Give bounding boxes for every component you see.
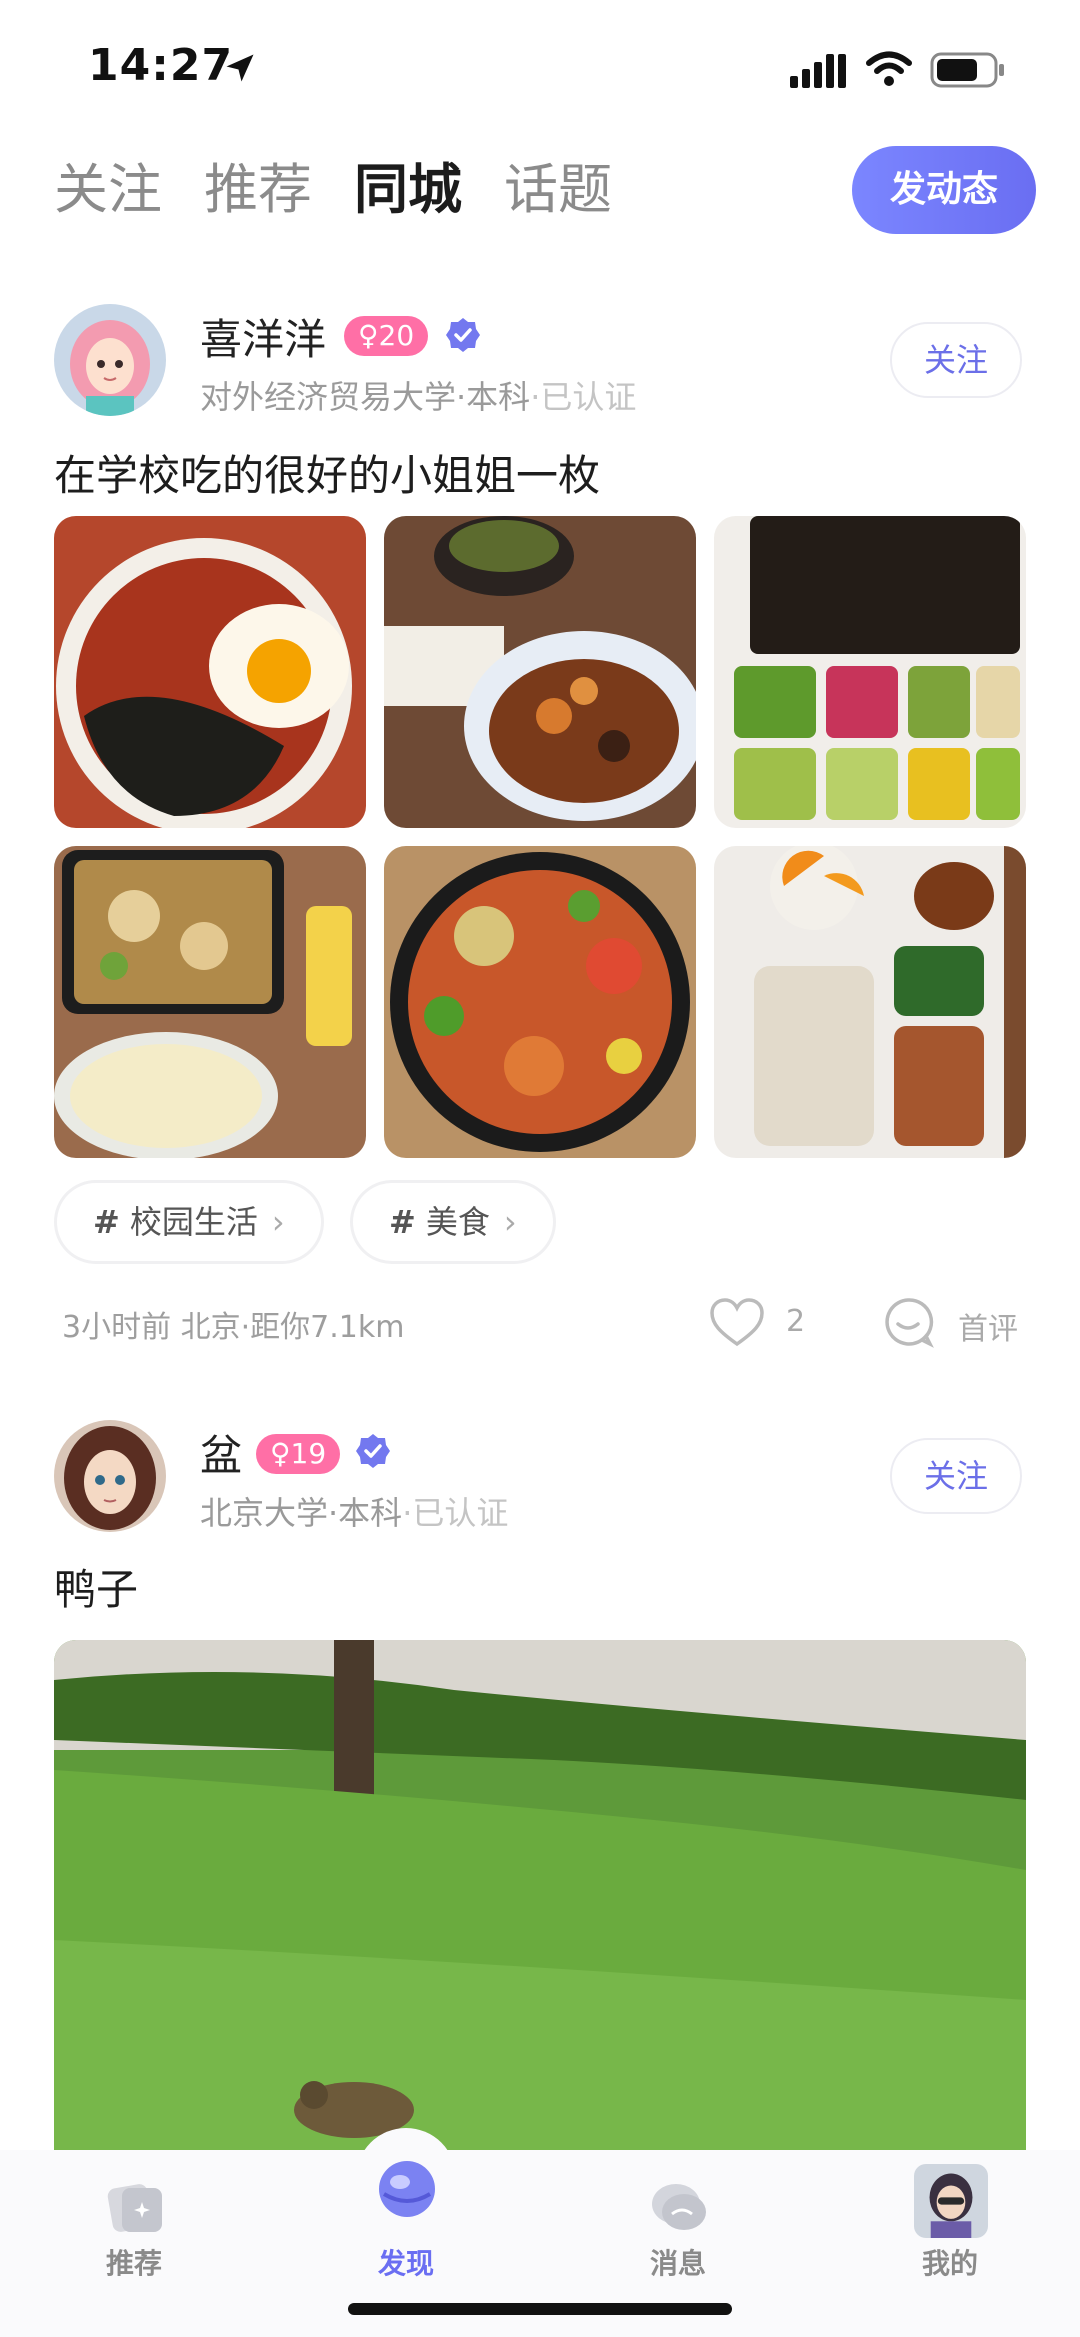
gender-age-badge: ♀19 — [256, 1434, 341, 1474]
verified-badge-icon — [356, 1434, 390, 1468]
hash-icon: # — [389, 1203, 416, 1241]
follow-button[interactable]: 关注 — [890, 1438, 1022, 1514]
verified-badge-icon — [446, 318, 480, 352]
food-photo[interactable] — [54, 516, 366, 828]
post-text: 鸭子 — [54, 1565, 139, 1614]
chevron-right-icon: › — [271, 1203, 285, 1241]
school-info: 对外经济贸易大学·本科·已认证 — [200, 372, 636, 418]
verified-label: ·已认证 — [530, 378, 637, 416]
status-bar: 14:27 — [0, 0, 1080, 140]
like-count: 2 — [786, 1304, 806, 1339]
heart-icon[interactable] — [708, 1296, 766, 1348]
food-photo[interactable] — [714, 516, 1026, 828]
comment-icon[interactable] — [882, 1296, 934, 1348]
tab-recommend[interactable]: 推荐 — [204, 150, 312, 230]
wifi-icon — [866, 51, 912, 86]
top-tab-bar: 关注 推荐 同城 话题 — [54, 150, 654, 230]
nav-label: 我的 — [921, 2247, 978, 2280]
nav-label: 推荐 — [105, 2247, 162, 2280]
username[interactable]: 喜洋洋 — [200, 306, 326, 367]
profile-avatar — [914, 2164, 988, 2238]
username[interactable]: 盆 — [200, 1422, 242, 1483]
post-meta: 3小时前 北京·距你7.1km — [62, 1310, 405, 1345]
location-arrow-icon — [226, 54, 254, 82]
cellular-signal-icon — [790, 54, 846, 88]
school-info: 北京大学·本科·已认证 — [200, 1488, 508, 1534]
duck-photo[interactable] — [54, 1640, 1026, 2160]
gender-age-badge: ♀20 — [344, 316, 429, 356]
chevron-right-icon: › — [503, 1203, 517, 1241]
hash-icon: # — [93, 1203, 120, 1241]
message-icon — [652, 2184, 706, 2230]
cards-icon — [107, 2184, 162, 2232]
discover-icon — [379, 2161, 435, 2217]
verified-label: ·已认证 — [402, 1494, 509, 1532]
post-update-button[interactable]: 发动态 — [852, 146, 1036, 234]
battery-icon — [930, 52, 1004, 88]
follow-button[interactable]: 关注 — [890, 322, 1022, 398]
tab-same-city[interactable]: 同城 — [354, 150, 462, 230]
topic-tag-label: 校园生活 — [129, 1203, 258, 1241]
nav-label: 发现 — [377, 2247, 434, 2280]
topic-tag[interactable]: # 美食 › — [350, 1180, 556, 1264]
tab-follow[interactable]: 关注 — [54, 150, 162, 230]
home-indicator — [348, 2303, 732, 2315]
status-time: 14:27 — [88, 40, 234, 91]
food-photo[interactable] — [714, 846, 1026, 1158]
school-name: 对外经济贸易大学·本科 — [200, 378, 531, 416]
food-photo[interactable] — [384, 516, 696, 828]
first-comment-label[interactable]: 首评 — [958, 1304, 1018, 1348]
nav-label: 消息 — [649, 2247, 706, 2280]
food-photo[interactable] — [384, 846, 696, 1158]
topic-tag[interactable]: # 校园生活 › — [54, 1180, 324, 1264]
avatar[interactable] — [54, 304, 166, 416]
school-name: 北京大学·本科 — [200, 1494, 403, 1532]
topic-tag-label: 美食 — [425, 1203, 490, 1241]
post-text: 在学校吃的很好的小姐姐一枚 — [54, 451, 601, 500]
avatar[interactable] — [54, 1420, 166, 1532]
food-photo[interactable] — [54, 846, 366, 1158]
tab-topics[interactable]: 话题 — [504, 150, 612, 230]
